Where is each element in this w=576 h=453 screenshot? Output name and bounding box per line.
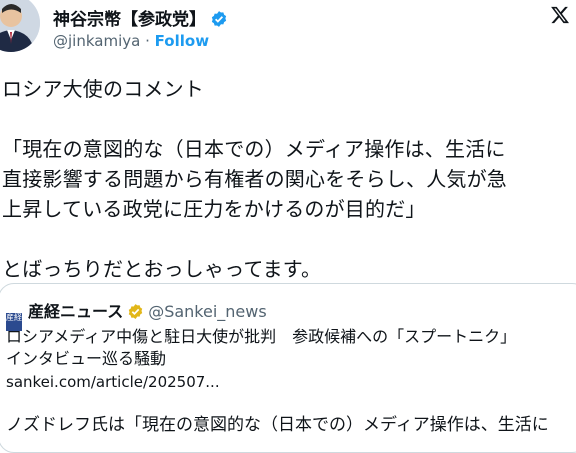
gold-verified-badge-icon [127,303,144,324]
quoted-link-url[interactable]: sankei.com/article/202507... [6,373,220,391]
avatar-image [0,0,40,52]
author-name[interactable]: 神谷宗幣【参政党】 [53,10,206,30]
quoted-link-title[interactable]: ロシアメディア中傷と駐日大使が批判 参政候補への「スプートニク」 インタビュー巡… [6,326,576,370]
author-name-row[interactable]: 神谷宗幣【参政党】 [53,5,228,33]
author-handle[interactable]: @jinkamiya [53,32,140,50]
separator-dot: · [145,32,150,50]
x-logo-icon[interactable] [550,5,570,29]
quoted-post-header: 産経 産経ニュース @Sankei_news [6,298,267,331]
handle-row: @jinkamiya · Follow [53,32,209,50]
tweet-text: ロシア大使のコメント 「現在の意図的な（日本での）メディア操作は、生活に 直接影… [2,77,507,281]
follow-button[interactable]: Follow [155,32,209,50]
quoted-post-text: ノズドレフ氏は「現在の意図的な（日本での）メディア操作は、生活に [6,415,549,435]
quoted-author-name[interactable]: 産経ニュース [28,302,123,321]
verified-badge-icon [210,10,228,33]
quoted-author-handle[interactable]: @Sankei_news [148,302,267,321]
avatar[interactable] [0,0,40,52]
